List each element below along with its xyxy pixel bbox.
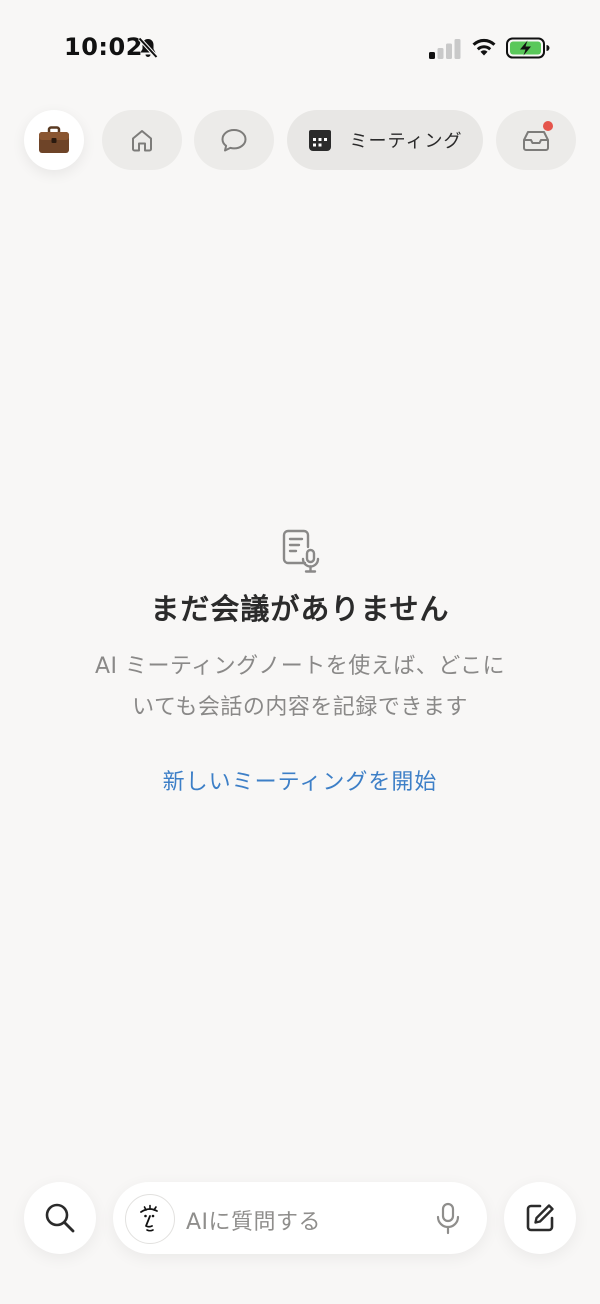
calendar-icon xyxy=(308,130,331,151)
ai-face-icon xyxy=(125,1194,175,1244)
empty-state-description: AI ミーティングノートを使えば、どこにいても会話の内容を記録できます xyxy=(94,654,506,720)
inbox-notification-dot xyxy=(543,121,553,131)
empty-state-title: まだ会議がありません xyxy=(150,592,450,626)
top-navigation: ミーティング xyxy=(0,110,600,172)
cellular-signal-icon xyxy=(429,39,461,59)
ai-face-glyph xyxy=(140,1204,158,1232)
tab-inbox[interactable] xyxy=(496,110,576,170)
search-button[interactable] xyxy=(24,1182,96,1254)
search-icon xyxy=(45,1203,75,1233)
tab-meetings-label: ミーティング xyxy=(349,131,463,152)
status-time: 10:02 xyxy=(64,33,143,61)
mic-icon[interactable] xyxy=(435,1202,461,1236)
status-bar: 10:02 xyxy=(0,0,600,96)
tab-chat[interactable] xyxy=(194,110,274,170)
wifi-icon xyxy=(472,38,496,56)
empty-state: まだ会議がありません AI ミーティングノートを使えば、どこにいても会話の内容を… xyxy=(0,528,600,796)
ask-ai-input[interactable]: AIに質問する xyxy=(113,1182,487,1254)
briefcase-icon xyxy=(39,126,69,153)
ask-ai-placeholder: AIに質問する xyxy=(186,1210,322,1235)
tab-home[interactable] xyxy=(102,110,182,170)
battery-charging-icon xyxy=(506,37,550,59)
compose-icon xyxy=(526,1204,554,1232)
home-icon xyxy=(132,130,152,152)
compose-button[interactable] xyxy=(504,1182,576,1254)
document-mic-icon xyxy=(282,529,320,573)
start-new-meeting-link[interactable]: 新しいミーティングを開始 xyxy=(163,764,438,796)
bell-muted-icon xyxy=(138,37,158,59)
bottom-bar: AIに質問する xyxy=(0,1180,600,1256)
workspace-switcher-button[interactable] xyxy=(24,110,84,170)
tab-meetings[interactable]: ミーティング xyxy=(287,110,483,170)
chat-bubble-icon xyxy=(221,129,247,152)
